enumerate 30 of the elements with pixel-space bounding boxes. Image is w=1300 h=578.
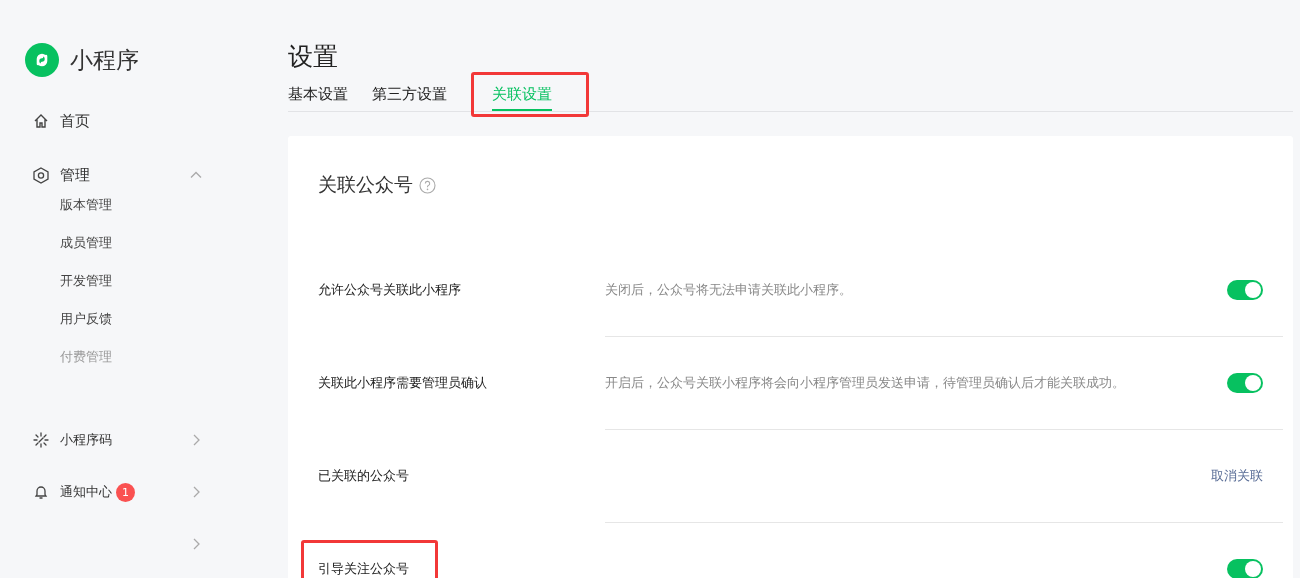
- logo-icon: [25, 43, 59, 77]
- setting-label: 允许公众号关联此小程序: [318, 281, 461, 299]
- section-title: 关联公众号: [318, 172, 413, 197]
- tab[interactable]: 第三方设置: [372, 85, 447, 111]
- nav-subitem[interactable]: 版本管理: [0, 186, 160, 224]
- setting-label: 已关联的公众号: [318, 467, 409, 485]
- nav-subitem[interactable]: 成员管理: [0, 224, 160, 262]
- setting-label: 引导关注公众号: [318, 560, 409, 578]
- page-title: 设置: [288, 41, 339, 73]
- nav-item[interactable]: 小程序码: [60, 431, 112, 449]
- setting-description: 关闭后，公众号将无法申请关联此小程序。: [605, 281, 852, 297]
- app-name: 小程序: [70, 45, 139, 75]
- toggle-switch[interactable]: [1227, 559, 1263, 578]
- nav-item[interactable]: 首页: [0, 110, 203, 132]
- tab[interactable]: 基本设置: [288, 85, 348, 111]
- toggle-switch[interactable]: [1227, 373, 1263, 393]
- setting-description: 开启后，公众号关联小程序将会向小程序管理员发送申请，待管理员确认后才能关联成功。: [605, 374, 1125, 390]
- bell-icon: [33, 484, 49, 500]
- nav-item[interactable]: 管理: [0, 164, 203, 186]
- toggle-switch[interactable]: [1227, 280, 1263, 300]
- home-icon: [33, 113, 49, 129]
- count-badge: 1: [116, 482, 135, 502]
- setting-label: 关联此小程序需要管理员确认: [318, 374, 487, 392]
- sparkle-icon: [33, 432, 49, 448]
- unlink-link[interactable]: 取消关联: [1211, 467, 1263, 485]
- help-icon[interactable]: [419, 176, 436, 194]
- nav-subitem[interactable]: 开发管理: [0, 262, 160, 300]
- hexagon-icon: [33, 166, 49, 184]
- nav-item[interactable]: 通知中心: [60, 483, 112, 501]
- nav-subitem[interactable]: 用户反馈: [0, 300, 160, 338]
